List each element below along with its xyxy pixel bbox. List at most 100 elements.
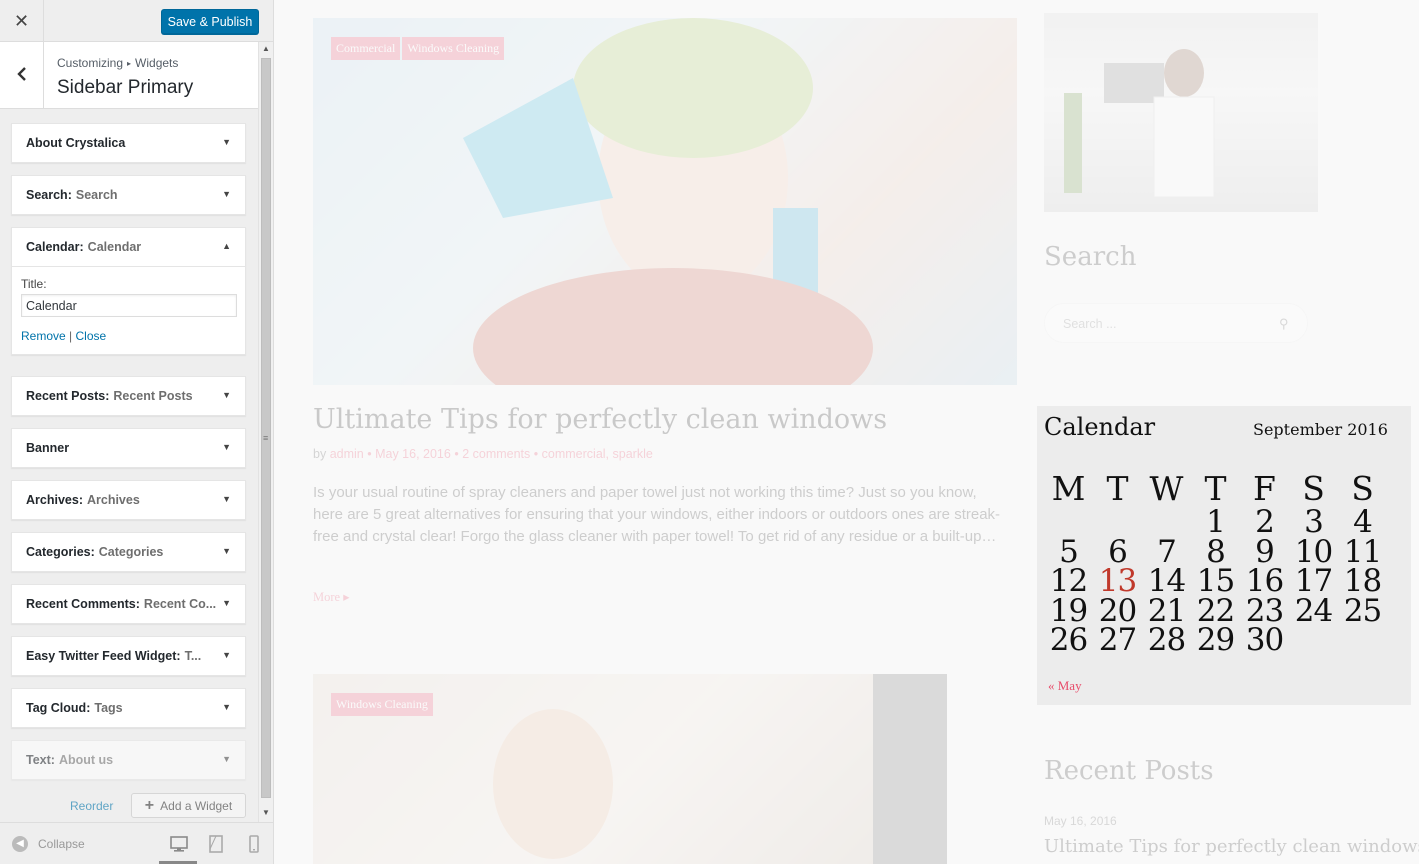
mobile-preview-button[interactable] [245, 835, 263, 853]
weekday-row: M T W T F S S [1044, 468, 1387, 508]
widget-header[interactable]: About Crystalica ▼ [12, 124, 245, 162]
expand-arrow-icon[interactable]: ▼ [222, 754, 231, 764]
breadcrumb-separator-icon: ▸ [127, 59, 132, 68]
widget-area-actions: Reorder + Add a Widget [0, 792, 258, 822]
tag-badge[interactable]: Windows Cleaning [402, 37, 505, 60]
widget-text[interactable]: Text: About us ▼ [11, 740, 246, 780]
collapse-button[interactable]: ◀ Collapse [12, 836, 85, 852]
calendar-day: 30 [1245, 622, 1284, 659]
widget-instance-title: Calendar [87, 240, 142, 254]
meta-author-link[interactable]: admin [330, 447, 364, 461]
widget-instance-title: T... [184, 649, 202, 663]
window-cleaning-image [463, 18, 873, 385]
close-link[interactable]: Close [76, 329, 107, 343]
expand-arrow-icon[interactable]: ▼ [222, 702, 231, 712]
previous-month-link[interactable]: « May [1048, 678, 1082, 694]
widget-recent-posts[interactable]: Recent Posts: Recent Posts ▼ [11, 376, 246, 416]
widget-actions: Remove | Close [21, 329, 236, 343]
read-more-link[interactable]: More ▸ [313, 589, 349, 605]
section-header: Customizing ▸ Widgets Sidebar Primary [0, 42, 258, 109]
widget-header[interactable]: Easy Twitter Feed Widget: T... ▼ [12, 637, 245, 675]
post-title[interactable]: Ultimate Tips for perfectly clean window… [313, 404, 887, 435]
customizer-panel: ✕ Save & Publish Customizing ▸ Widgets Sid… [0, 0, 274, 864]
widget-archives[interactable]: Archives: Archives ▼ [11, 480, 246, 520]
expand-arrow-icon[interactable]: ▼ [222, 546, 231, 556]
widget-instance-title: About us [58, 753, 114, 767]
widget-banner[interactable]: Banner ▼ [11, 428, 246, 468]
widget-header[interactable]: Tag Cloud: Tags ▼ [12, 689, 245, 727]
widget-tag-cloud[interactable]: Tag Cloud: Tags ▼ [11, 688, 246, 728]
widget-name: Recent Comments [26, 597, 136, 611]
desktop-icon [170, 836, 188, 852]
chevron-left-icon [16, 64, 28, 87]
breadcrumb-root: Customizing [57, 56, 124, 70]
close-customizer-button[interactable]: ✕ [0, 0, 44, 42]
widget-categories[interactable]: Categories: Categories ▼ [11, 532, 246, 572]
recent-post-link[interactable]: Ultimate Tips for perfectly clean window… [1044, 836, 1419, 857]
search-field[interactable]: Search ... ⚲ [1044, 303, 1308, 343]
scroll-up-icon[interactable]: ▲ [262, 44, 270, 53]
expand-arrow-icon[interactable]: ▼ [222, 390, 231, 400]
scroll-down-icon[interactable]: ▼ [262, 808, 270, 817]
post-meta: by admin • May 16, 2016 • 2 comments • c… [313, 447, 653, 461]
calendar-title: Calendar [1044, 413, 1156, 441]
post-featured-image[interactable]: Commercial Windows Cleaning [313, 18, 1017, 385]
widget-header[interactable]: Archives: Archives ▼ [12, 481, 245, 519]
calendar-table: M T W T F S S 1 2 3 4 5 6 7 8 9 10 11 12 13 14 15 16 17 1… [1044, 468, 1387, 656]
widget-header[interactable]: Categories: Categories ▼ [12, 533, 245, 571]
widget-calendar[interactable]: Calendar: Calendar ▲ Title: Remove | Clo… [11, 227, 246, 355]
widget-header[interactable]: Calendar: Calendar ▲ [12, 228, 245, 266]
widget-instance-title: Categories [98, 545, 164, 559]
expand-arrow-icon[interactable]: ▼ [222, 598, 231, 608]
widget-search[interactable]: Search: Search ▼ [11, 175, 246, 215]
banner-image[interactable] [1044, 13, 1318, 212]
reorder-link[interactable]: Reorder [70, 799, 113, 813]
weekday-header: S [1351, 468, 1374, 508]
expand-arrow-icon[interactable]: ▼ [222, 442, 231, 452]
calendar-caption: September 2016 [1253, 420, 1388, 439]
widget-header[interactable]: Banner ▼ [12, 429, 245, 467]
customizer-footer: ◀ Collapse [0, 822, 273, 864]
meta-categories-link[interactable]: commercial, sparkle [542, 447, 653, 461]
save-publish-button[interactable]: Save & Publish [161, 9, 259, 34]
weekday-header: T [1204, 468, 1227, 508]
back-button[interactable] [0, 42, 44, 108]
panel-scrollbar[interactable]: ▲ ≡ ▼ [258, 42, 273, 822]
search-placeholder[interactable]: Search ... [1063, 317, 1117, 331]
desktop-preview-button[interactable] [170, 835, 188, 853]
widget-header[interactable]: Text: About us ▼ [12, 741, 245, 779]
title-input[interactable] [21, 294, 237, 317]
recent-post-date: May 16, 2016 [1044, 814, 1117, 828]
breadcrumb-child: Widgets [135, 56, 179, 70]
expand-arrow-icon[interactable]: ▼ [222, 650, 231, 660]
meta-comments-link[interactable]: 2 comments [462, 447, 530, 461]
remove-link[interactable]: Remove [21, 329, 66, 343]
widget-header[interactable]: Recent Posts: Recent Posts ▼ [12, 377, 245, 415]
expand-arrow-icon[interactable]: ▼ [222, 137, 231, 147]
expand-arrow-icon[interactable]: ▼ [222, 189, 231, 199]
widget-header[interactable]: Recent Comments: Recent Co... ▼ [12, 585, 245, 623]
widget-about-crystalica[interactable]: About Crystalica ▼ [11, 123, 246, 163]
widget-easy-twitter-feed[interactable]: Easy Twitter Feed Widget: T... ▼ [11, 636, 246, 676]
section-title: Sidebar Primary [57, 77, 194, 98]
widget-header[interactable]: Search: Search ▼ [12, 176, 245, 214]
widget-recent-comments[interactable]: Recent Comments: Recent Co... ▼ [11, 584, 246, 624]
weekday-header: W [1149, 468, 1184, 508]
scrollbar-thumb[interactable]: ≡ [261, 58, 271, 798]
expand-arrow-icon[interactable]: ▼ [222, 494, 231, 504]
widget-name: Archives [26, 493, 79, 507]
tablet-preview-button[interactable] [207, 835, 225, 853]
search-icon[interactable]: ⚲ [1279, 316, 1289, 332]
tag-badge[interactable]: Windows Cleaning [331, 693, 433, 716]
meta-date-link[interactable]: May 16, 2016 [375, 447, 451, 461]
post-featured-image[interactable]: Windows Cleaning [313, 674, 947, 864]
calendar-widget: Calendar September 2016 M T W T F S S 12… [1037, 406, 1411, 705]
add-widget-button[interactable]: + Add a Widget [131, 793, 246, 818]
site-preview[interactable]: Commercial Windows Cleaning Ultimate Tip… [274, 0, 1419, 864]
tag-badge[interactable]: Commercial [331, 37, 401, 60]
calendar-day: 24 [1294, 592, 1333, 629]
collapse-arrow-icon[interactable]: ▲ [222, 241, 231, 251]
widget-settings: Title: Remove | Close [12, 266, 245, 354]
calendar-day: 29 [1196, 622, 1235, 659]
scroll-grip-icon: ≡ [263, 433, 269, 443]
